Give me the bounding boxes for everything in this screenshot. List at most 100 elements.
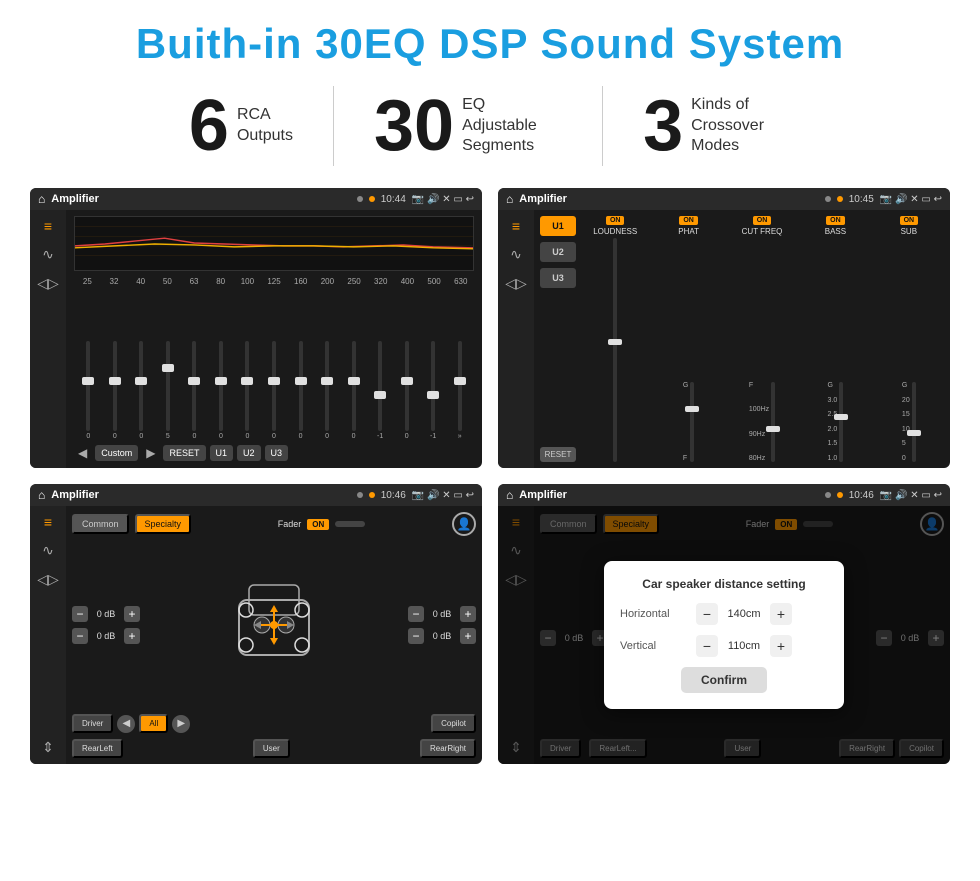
cross-db-plus-3[interactable]: + — [460, 628, 476, 644]
amp-u2-btn[interactable]: U2 — [540, 242, 576, 262]
amp-ch-cutfreq-thumb[interactable] — [766, 426, 780, 432]
amp-home-icon[interactable]: ⌂ — [506, 192, 513, 206]
eq-track-14[interactable] — [458, 341, 462, 431]
dialog-vertical-minus[interactable]: − — [696, 635, 718, 657]
home-icon[interactable]: ⌂ — [38, 192, 45, 206]
eq-track-4[interactable] — [192, 341, 196, 431]
eq-track-1[interactable] — [113, 341, 117, 431]
cross-side-expand-icon[interactable]: ⇕ — [42, 739, 54, 756]
eq-track-5[interactable] — [219, 341, 223, 431]
cross-rearright-btn[interactable]: RearRight — [420, 739, 476, 758]
eq-track-13[interactable] — [431, 341, 435, 431]
eq-track-3[interactable] — [166, 341, 170, 431]
eq-thumb-5[interactable] — [215, 377, 227, 385]
dialog-horizontal-plus[interactable]: + — [770, 603, 792, 625]
eq-val-6: 0 — [246, 433, 250, 440]
eq-thumb-6[interactable] — [241, 377, 253, 385]
amp-ch-sub-slider[interactable] — [912, 382, 916, 462]
cross-status-icons: 📷 🔊 ✕ ▭ ↩ — [412, 490, 474, 501]
eq-custom-button[interactable]: Custom — [95, 445, 138, 461]
dialog-vertical-plus[interactable]: + — [770, 635, 792, 657]
eq-thumb-7[interactable] — [268, 377, 280, 385]
cross-db-minus-0[interactable]: − — [72, 606, 88, 622]
eq-thumb-10[interactable] — [348, 377, 360, 385]
amp-ch-phat-slider[interactable] — [690, 382, 694, 462]
eq-track-0[interactable] — [86, 341, 90, 431]
amp-side-vol-icon[interactable]: ◁▷ — [505, 275, 527, 292]
eq-track-2[interactable] — [139, 341, 143, 431]
eq-thumb-4[interactable] — [188, 377, 200, 385]
eq-track-9[interactable] — [325, 341, 329, 431]
amp-ch-bass-thumb[interactable] — [834, 414, 848, 420]
eq-thumb-14[interactable] — [454, 377, 466, 385]
eq-prev-button[interactable]: ◀ — [74, 444, 91, 462]
amp-ch-bass-slider[interactable] — [839, 382, 843, 462]
cross-user-btn[interactable]: User — [253, 739, 290, 758]
cross-side-eq-icon[interactable]: ≡ — [44, 514, 52, 530]
cross-db-plus-0[interactable]: + — [124, 606, 140, 622]
eq-thumb-3[interactable] — [162, 364, 174, 372]
eq-thumb-0[interactable] — [82, 377, 94, 385]
cross-driver-btn[interactable]: Driver — [72, 714, 113, 733]
cross-db-minus-1[interactable]: − — [72, 628, 88, 644]
amp-side-eq-icon[interactable]: ≡ — [512, 218, 520, 234]
cross-fader-on[interactable]: ON — [307, 519, 329, 530]
eq-u2-button[interactable]: U2 — [237, 445, 261, 461]
eq-side-wave-icon[interactable]: ∿ — [42, 246, 54, 263]
amp-ch-loudness-slider[interactable] — [613, 238, 617, 462]
eq-play-button[interactable]: ▶ — [142, 444, 159, 462]
amp-ch-cutfreq-slider[interactable] — [771, 382, 775, 462]
eq-track-10[interactable] — [352, 341, 356, 431]
amp-u1-btn[interactable]: U1 — [540, 216, 576, 236]
amp-ch-sub-on[interactable]: ON — [900, 216, 919, 225]
eq-track-7[interactable] — [272, 341, 276, 431]
amp-u3-btn[interactable]: U3 — [540, 268, 576, 288]
amp-side-wave-icon[interactable]: ∿ — [510, 246, 522, 263]
amp-reset-btn[interactable]: RESET — [540, 447, 576, 462]
cross-specialty-tab[interactable]: Specialty — [135, 514, 192, 534]
cross-person-icon[interactable]: 👤 — [452, 512, 476, 536]
cross-db-minus-3[interactable]: − — [408, 628, 424, 644]
eq-u1-button[interactable]: U1 — [210, 445, 234, 461]
eq-reset-button[interactable]: RESET — [163, 445, 205, 461]
cross-copilot-btn[interactable]: Copilot — [431, 714, 476, 733]
eq-thumb-2[interactable] — [135, 377, 147, 385]
cross-db-plus-2[interactable]: + — [460, 606, 476, 622]
eq-track-8[interactable] — [299, 341, 303, 431]
eq-side-vol-icon[interactable]: ◁▷ — [37, 275, 59, 292]
amp-ch-cutfreq-on[interactable]: ON — [753, 216, 772, 225]
amp-ch-sub-thumb[interactable] — [907, 430, 921, 436]
cross-common-tab[interactable]: Common — [72, 514, 129, 534]
eq-track-12[interactable] — [405, 341, 409, 431]
amp-ch-loudness-thumb[interactable] — [608, 339, 622, 345]
cross-all-btn[interactable]: All — [139, 714, 168, 733]
cross-db-plus-1[interactable]: + — [124, 628, 140, 644]
cross-rearleft-btn[interactable]: RearLeft — [72, 739, 123, 758]
cross-left-arrow[interactable]: ◀ — [117, 715, 135, 733]
amp-ch-loudness-on[interactable]: ON — [606, 216, 625, 225]
eq-thumb-11[interactable] — [374, 391, 386, 399]
eq-u3-button[interactable]: U3 — [265, 445, 289, 461]
cross-fader-slider[interactable] — [335, 521, 365, 527]
eq-side-eq-icon[interactable]: ≡ — [44, 218, 52, 234]
dialog-horizontal-minus[interactable]: − — [696, 603, 718, 625]
cross-side-vol-icon[interactable]: ◁▷ — [37, 571, 59, 588]
eq-thumb-13[interactable] — [427, 391, 439, 399]
amp-ch-bass-on[interactable]: ON — [826, 216, 845, 225]
cross-db-minus-2[interactable]: − — [408, 606, 424, 622]
amp-ch-phat-on[interactable]: ON — [679, 216, 698, 225]
amp-ch-phat-thumb[interactable] — [685, 406, 699, 412]
eq-val-12: 0 — [405, 433, 409, 440]
eq-thumb-9[interactable] — [321, 377, 333, 385]
eq-track-11[interactable] — [378, 341, 382, 431]
eq-thumb-12[interactable] — [401, 377, 413, 385]
cross-home-icon[interactable]: ⌂ — [38, 488, 45, 502]
eq-thumb-8[interactable] — [295, 377, 307, 385]
eq-thumb-1[interactable] — [109, 377, 121, 385]
eq-track-6[interactable] — [245, 341, 249, 431]
dialog-confirm-button[interactable]: Confirm — [681, 667, 767, 693]
cross-right-arrow[interactable]: ▶ — [172, 715, 190, 733]
dialog-home-icon[interactable]: ⌂ — [506, 488, 513, 502]
eq-status-bar: ⌂ Amplifier 10:44 📷 🔊 ✕ ▭ ↩ — [30, 188, 482, 210]
cross-side-wave-icon[interactable]: ∿ — [42, 542, 54, 559]
